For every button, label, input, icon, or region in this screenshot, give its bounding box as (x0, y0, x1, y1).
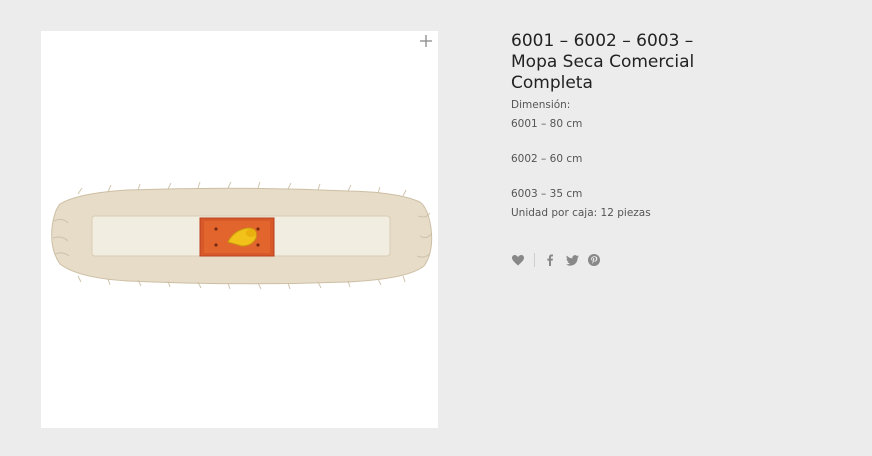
product-image[interactable] (48, 166, 433, 291)
dimension-item: 6003 – 35 cm (511, 188, 583, 200)
share-bar (511, 252, 601, 268)
product-page: 6001 – 6002 – 6003 – Mopa Seca Comercial… (0, 0, 872, 456)
pinterest-icon[interactable] (587, 253, 601, 267)
heart-icon[interactable] (511, 253, 525, 267)
product-description: Dimensión: 6001 – 80 cm 6002 – 60 cm 600… (511, 96, 731, 223)
product-image-gallery (41, 31, 438, 428)
product-title: 6001 – 6002 – 6003 – Mopa Seca Comercial… (511, 31, 695, 93)
twitter-icon[interactable] (565, 253, 579, 267)
dimension-item: 6002 – 60 cm (511, 153, 583, 165)
dimension-item: 6001 – 80 cm (511, 118, 583, 130)
plus-icon[interactable] (418, 33, 434, 49)
dimension-label: Dimensión: (511, 99, 571, 111)
product-summary: 6001 – 6002 – 6003 – Mopa Seca Comercial… (511, 31, 731, 223)
units-per-box: Unidad por caja: 12 piezas (511, 207, 651, 219)
facebook-icon[interactable] (543, 253, 557, 267)
share-divider (534, 253, 535, 267)
